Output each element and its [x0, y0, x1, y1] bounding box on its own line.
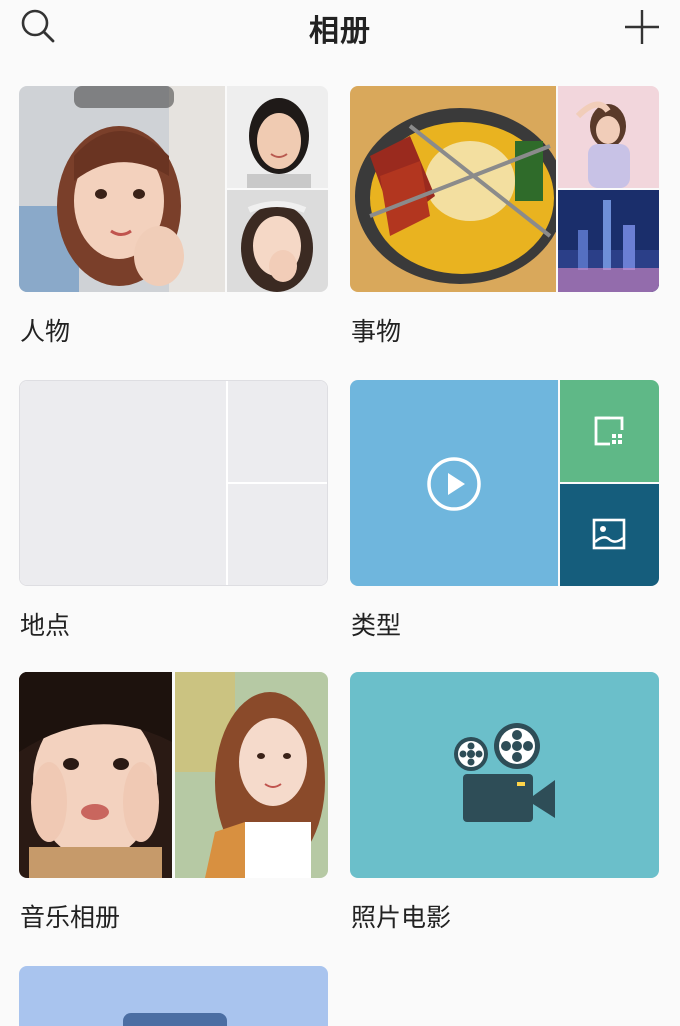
album-things[interactable]: 事物	[350, 86, 659, 346]
album-next-cover[interactable]	[19, 966, 328, 1026]
album-music[interactable]: 音乐相册	[19, 672, 328, 932]
image-icon	[592, 518, 626, 550]
album-places[interactable]: 地点	[19, 380, 328, 640]
album-label-photo-movie: 照片电影	[351, 903, 452, 932]
screenshot-icon	[594, 416, 624, 446]
places-placeholder-main	[20, 381, 226, 585]
album-photo-movie[interactable]: 照片电影	[350, 672, 659, 932]
album-label-places: 地点	[20, 611, 71, 640]
album-things-cover[interactable]	[350, 86, 659, 292]
things-photo-2	[558, 86, 659, 188]
album-music-cover[interactable]	[19, 672, 328, 878]
people-photo-2	[227, 86, 328, 188]
album-photo-movie-cover[interactable]	[350, 672, 659, 878]
album-types[interactable]: 类型	[350, 380, 659, 640]
movie-camera-icon	[454, 723, 555, 822]
plus-icon	[625, 10, 659, 44]
people-photo-3	[227, 190, 328, 292]
album-types-cover[interactable]	[350, 380, 659, 586]
types-screenshot-tile[interactable]	[560, 380, 659, 482]
types-video-tile[interactable]	[350, 380, 558, 586]
album-label-types: 类型	[351, 611, 402, 640]
places-placeholder-2	[228, 381, 327, 482]
album-label-music: 音乐相册	[20, 903, 121, 932]
album-people-cover[interactable]	[19, 86, 328, 292]
album-label-people: 人物	[20, 317, 71, 346]
album-places-cover[interactable]	[19, 380, 328, 586]
page-title: 相册	[309, 14, 371, 49]
app-header: 相册	[0, 0, 680, 56]
things-photo-3	[558, 190, 659, 292]
add-album-button[interactable]	[620, 4, 664, 48]
people-photo-main	[19, 86, 225, 292]
types-image-tile[interactable]	[560, 484, 659, 586]
album-people[interactable]: 人物	[19, 86, 328, 346]
music-photo-1	[19, 672, 172, 878]
album-label-things: 事物	[351, 317, 402, 346]
things-photo-main	[350, 86, 556, 292]
album-next-partial[interactable]	[19, 966, 328, 1026]
music-photo-2	[175, 672, 328, 878]
places-placeholder-3	[228, 484, 327, 585]
play-circle-icon	[427, 457, 481, 511]
